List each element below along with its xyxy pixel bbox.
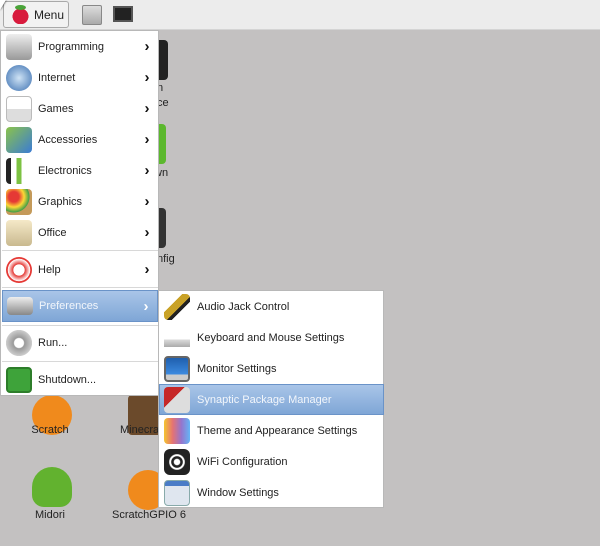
submenu-item-synaptic[interactable]: Synaptic Package Manager	[159, 384, 384, 415]
menu-item-games[interactable]: Games ›	[2, 93, 158, 124]
accessories-icon	[6, 126, 32, 153]
menu-item-run[interactable]: Run...	[2, 327, 158, 358]
preferences-icon	[7, 297, 33, 315]
submenu-item-audio-jack[interactable]: Audio Jack Control	[160, 291, 383, 322]
submenu-item-label: Window Settings	[197, 486, 279, 499]
programming-icon	[6, 33, 32, 60]
submenu-item-label: Audio Jack Control	[197, 300, 290, 313]
submenu-item-label: Theme and Appearance Settings	[197, 424, 358, 437]
exit-icon	[6, 366, 32, 393]
desktop-label[interactable]: nfig	[157, 253, 175, 265]
menu-item-label: Preferences	[39, 300, 99, 312]
preferences-submenu: Audio Jack Control Keyboard and Mouse Se…	[158, 290, 384, 508]
chevron-right-icon: ›	[143, 297, 149, 315]
menu-item-electronics[interactable]: Electronics ›	[2, 155, 158, 186]
menu-item-internet[interactable]: Internet ›	[2, 62, 158, 93]
desktop-label[interactable]: Minecra	[120, 424, 159, 436]
chevron-right-icon: ›	[144, 38, 150, 55]
package-icon	[164, 386, 190, 413]
menu-item-graphics[interactable]: Graphics ›	[2, 186, 158, 217]
menu-separator	[2, 287, 158, 288]
menu-item-label: Shutdown...	[38, 373, 97, 386]
menu-separator	[2, 361, 158, 362]
swatches-icon	[164, 417, 190, 444]
window-settings-icon	[164, 479, 190, 506]
submenu-item-theme[interactable]: Theme and Appearance Settings	[160, 415, 383, 446]
submenu-item-wifi[interactable]: WiFi Configuration	[160, 446, 383, 477]
lifebuoy-icon	[6, 256, 32, 283]
submenu-item-label: Synaptic Package Manager	[197, 393, 332, 406]
office-icon	[6, 219, 32, 246]
keyboard-icon	[164, 324, 190, 351]
menu-item-label: Electronics	[38, 164, 92, 177]
chevron-right-icon: ›	[144, 131, 150, 148]
midori-icon[interactable]	[32, 467, 72, 507]
submenu-item-label: WiFi Configuration	[197, 455, 288, 468]
menu-item-label: Graphics	[38, 195, 83, 208]
chevron-right-icon: ›	[144, 162, 150, 179]
terminal-icon[interactable]	[113, 6, 133, 22]
gears-icon	[6, 329, 32, 356]
menu-separator	[2, 325, 158, 326]
menu-button[interactable]: Menu	[3, 1, 69, 28]
menu-item-label: Programming	[38, 40, 105, 53]
menu-item-label: Help	[38, 263, 61, 276]
menu-button-label: Menu	[34, 7, 65, 22]
taskbar: Menu	[0, 0, 600, 30]
menu-item-accessories[interactable]: Accessories ›	[2, 124, 158, 155]
menu-item-label: Games	[38, 102, 74, 115]
menu-item-label: Run...	[38, 336, 68, 349]
desktop-label[interactable]: Scratch	[20, 424, 80, 436]
chevron-right-icon: ›	[144, 193, 150, 210]
submenu-item-label: Monitor Settings	[197, 362, 277, 375]
chevron-right-icon: ›	[144, 100, 150, 117]
main-menu: Programming › Internet › Games › Accessorie…	[0, 30, 159, 396]
chevron-right-icon: ›	[144, 224, 150, 241]
audio-jack-icon	[164, 293, 190, 320]
menu-item-label: Internet	[38, 71, 76, 84]
palette-icon	[6, 188, 32, 215]
menu-item-help[interactable]: Help ›	[2, 254, 158, 285]
menu-item-label: Accessories	[38, 133, 98, 146]
menu-item-label: Office	[38, 226, 67, 239]
submenu-item-keyboard-mouse[interactable]: Keyboard and Mouse Settings	[160, 322, 383, 353]
submenu-item-label: Keyboard and Mouse Settings	[197, 331, 345, 344]
raspberry-icon	[12, 5, 29, 24]
menu-item-programming[interactable]: Programming ›	[2, 31, 158, 62]
desktop-label[interactable]: ScratchGPIO 6	[112, 509, 186, 521]
monitor-icon	[164, 355, 190, 382]
submenu-item-window-settings[interactable]: Window Settings	[160, 477, 383, 508]
submenu-item-monitor[interactable]: Monitor Settings	[160, 353, 383, 384]
mouse-cursor-icon	[0, 0, 6, 10]
electronics-icon	[6, 157, 32, 184]
chevron-right-icon: ›	[144, 261, 150, 278]
wifi-icon	[164, 448, 190, 475]
menu-separator	[2, 250, 158, 251]
globe-icon	[6, 64, 32, 91]
joystick-icon	[6, 95, 32, 122]
chevron-right-icon: ›	[144, 69, 150, 86]
menu-item-office[interactable]: Office ›	[2, 217, 158, 248]
menu-item-preferences[interactable]: Preferences ›	[2, 290, 158, 322]
file-manager-icon[interactable]	[82, 5, 102, 25]
desktop-label[interactable]: Midori	[20, 509, 80, 521]
menu-item-shutdown[interactable]: Shutdown...	[2, 364, 158, 395]
